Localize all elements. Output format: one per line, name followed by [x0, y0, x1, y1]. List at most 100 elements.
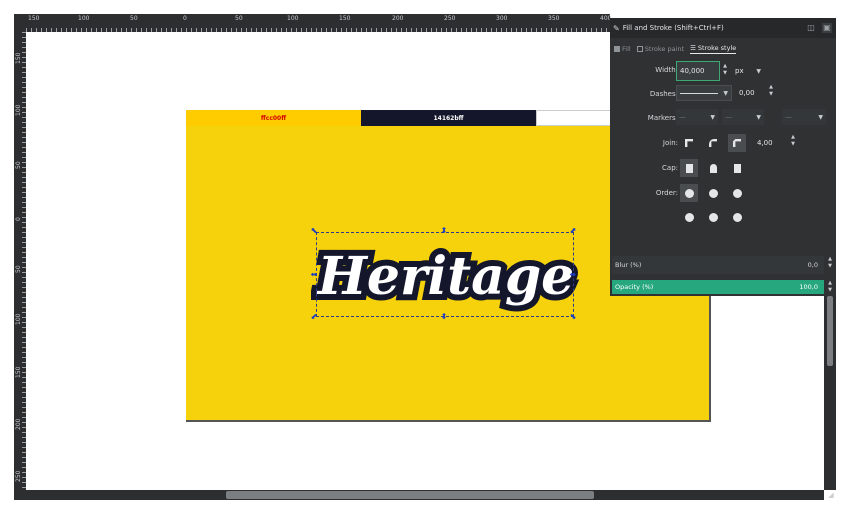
inkscape-window: 150 100 50 0 50 100 150 200 250 300 350 … [0, 0, 850, 532]
tab-stroke-style-label: Stroke style [697, 44, 737, 52]
opacity-value: 100,0 [799, 283, 818, 291]
scale-handle-n-icon[interactable]: ⬍ [440, 227, 448, 235]
ruler-label: 0 [15, 217, 22, 221]
resize-grip-icon[interactable]: ◢ [826, 490, 836, 500]
unit-value: px [735, 67, 744, 75]
order-label: Order: [655, 189, 678, 197]
dash-pattern-preview [680, 92, 718, 94]
join-label: Join: [662, 139, 678, 147]
cap-label: Cap: [662, 164, 678, 172]
blur-spinner[interactable]: ▲ ▼ [826, 256, 834, 270]
scale-handle-nw-icon[interactable]: ⬉ [310, 227, 318, 235]
dash-offset-value: 0,00 [739, 89, 755, 97]
join-miter-icon [685, 139, 693, 147]
stroke-style-icon: ☰ [690, 44, 696, 52]
tab-stroke-style[interactable]: ☰ Stroke style [690, 44, 737, 54]
opacity-spinner[interactable]: ▲ ▼ [826, 280, 834, 294]
horizontal-scroll-thumb[interactable] [226, 491, 594, 499]
scale-handle-w-icon[interactable]: ⬌ [310, 271, 318, 279]
opacity-label: Opacity (%) [615, 283, 654, 291]
markers-label: Markers: [647, 114, 678, 122]
blur-value: 0,0 [807, 261, 818, 269]
width-input[interactable]: 40,000 [676, 61, 720, 81]
dialog-title: Fill and Stroke (Shift+Ctrl+F) [622, 24, 724, 32]
miter-limit-input[interactable]: 4,00 [754, 135, 788, 151]
start-marker-value: — [679, 113, 686, 121]
ruler-label: 300 [496, 15, 508, 22]
ruler-label: 250 [444, 15, 456, 22]
chevron-down-icon: ▼ [756, 67, 761, 75]
swatch-navy[interactable]: 14162bff [361, 110, 536, 126]
ruler-label: 100 [15, 313, 22, 325]
order-normal-button[interactable] [680, 184, 698, 202]
vertical-scrollbar[interactable] [824, 296, 836, 490]
paint-order-icon [684, 212, 694, 222]
scale-handle-se-icon[interactable]: ⬊ [569, 313, 577, 321]
ruler-label: 150 [28, 15, 40, 22]
order-fill-markers-button[interactable] [728, 184, 746, 202]
order-markers-stroke-button[interactable] [704, 208, 722, 226]
ruler-corner[interactable] [14, 14, 26, 32]
order-stroke-fill-button[interactable] [704, 184, 722, 202]
scale-handle-ne-icon[interactable]: ⬈ [569, 227, 577, 235]
mid-marker-value: — [725, 113, 732, 121]
order-stroke-markers-button[interactable] [728, 208, 746, 226]
ruler-label: 100 [78, 15, 90, 22]
cap-round-button[interactable] [704, 159, 722, 177]
opacity-slider[interactable]: Opacity (%) 100,0 [612, 280, 824, 294]
close-icon[interactable]: ▣ [822, 23, 832, 33]
top-strip [0, 0, 850, 14]
unit-dropdown[interactable]: px ▼ [732, 63, 764, 79]
chevron-down-icon: ▼ [756, 113, 761, 121]
scale-handle-e-icon[interactable]: ⬌ [569, 271, 577, 279]
join-miter-button[interactable] [680, 134, 698, 152]
dialog-titlebar[interactable]: ✎ Fill and Stroke (Shift+Ctrl+F) ◫ ▣ [610, 18, 836, 38]
scale-handle-s-icon[interactable]: ⬍ [440, 313, 448, 321]
join-round-icon [709, 139, 717, 147]
end-marker-value: — [785, 113, 792, 121]
ruler-label: 150 [15, 52, 22, 64]
tab-fill[interactable]: Fill [614, 45, 631, 53]
ruler-label: 200 [15, 418, 22, 430]
dashes-dropdown[interactable]: ▼ [676, 85, 732, 101]
vertical-scroll-thumb[interactable] [827, 296, 833, 366]
join-bevel-icon [733, 139, 741, 147]
cap-butt-icon [685, 163, 693, 173]
horizontal-scrollbar[interactable] [14, 490, 824, 500]
swatch-yellow[interactable]: ffcc00ff [186, 110, 361, 126]
ruler-label: 150 [15, 366, 22, 378]
width-value: 40,000 [680, 67, 705, 75]
scale-handle-sw-icon[interactable]: ⬋ [310, 313, 318, 321]
horizontal-ruler[interactable]: 150 100 50 0 50 100 150 200 250 300 350 … [26, 14, 611, 32]
chevron-down-icon: ▼ [710, 113, 715, 121]
tab-stroke-paint[interactable]: Stroke paint [636, 45, 684, 53]
ruler-label: 50 [15, 161, 22, 169]
ruler-label: 350 [548, 15, 560, 22]
swatch-label: 14162bff [433, 114, 464, 122]
cap-butt-button[interactable] [680, 159, 698, 177]
dash-offset-input[interactable]: 0,00 [736, 85, 766, 101]
ruler-label: 50 [130, 15, 138, 22]
join-bevel-button[interactable] [728, 134, 746, 152]
dock-icon[interactable]: ◫ [806, 23, 816, 33]
dash-offset-spinner[interactable]: ▲ ▼ [767, 84, 775, 98]
brush-icon: ✎ [613, 23, 620, 33]
join-round-button[interactable] [704, 134, 722, 152]
blur-slider[interactable]: Blur (%) 0,0 [612, 256, 824, 274]
bottom-area [0, 500, 850, 532]
cap-round-icon [709, 163, 717, 173]
width-spinner[interactable]: ▲ ▼ [721, 63, 729, 77]
ruler-label: 150 [339, 15, 351, 22]
end-marker-dropdown[interactable]: — ▼ [782, 109, 826, 125]
ruler-label: 0 [183, 15, 187, 22]
order-markers-fill-button[interactable] [680, 208, 698, 226]
start-marker-dropdown[interactable]: — ▼ [676, 109, 718, 125]
paint-order-icon [732, 188, 742, 198]
fill-and-stroke-dialog: ✎ Fill and Stroke (Shift+Ctrl+F) ◫ ▣ Fil… [610, 18, 836, 296]
tab-fill-label: Fill [622, 45, 631, 53]
cap-square-button[interactable] [728, 159, 746, 177]
vertical-ruler[interactable]: 150 100 50 0 50 100 150 200 250 [14, 32, 26, 490]
dashes-label: Dashes: [649, 90, 678, 98]
miter-limit-spinner[interactable]: ▲ ▼ [789, 134, 797, 148]
mid-marker-dropdown[interactable]: — ▼ [722, 109, 764, 125]
